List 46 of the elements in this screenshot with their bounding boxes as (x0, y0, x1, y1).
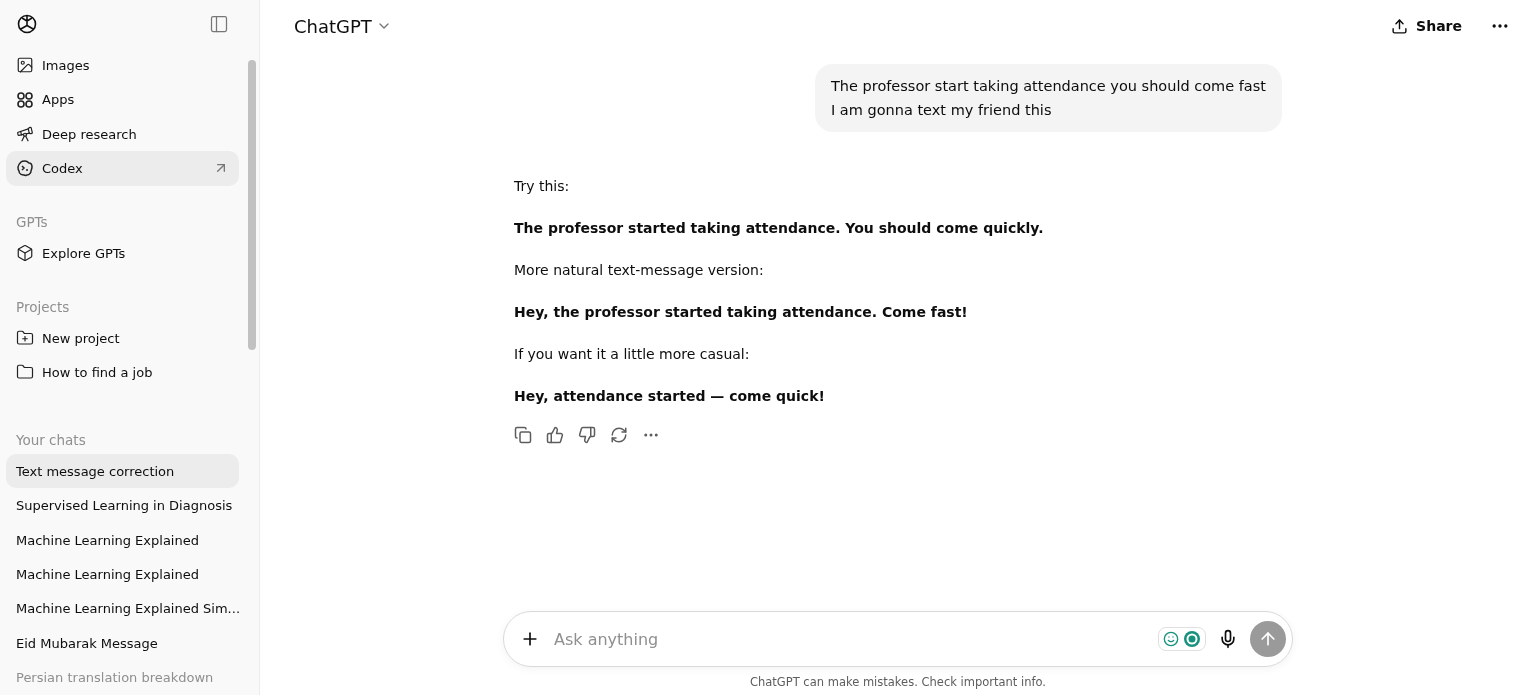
reply-paragraph: More natural text-message version: (514, 261, 765, 280)
disclaimer: ChatGPT can make mistakes. Check important info. (748, 674, 1047, 691)
g-logo-icon (1183, 630, 1201, 648)
copy-icon[interactable] (514, 426, 532, 444)
reply-paragraph: Hey, attendance started — come quick! (514, 387, 826, 406)
sidebar-item[interactable]: Explore GPTs (6, 236, 239, 271)
send-button[interactable] (1250, 621, 1286, 657)
reply-paragraph: Try this: (514, 177, 571, 196)
regenerate-icon[interactable] (610, 426, 628, 444)
apps-icon (16, 90, 34, 109)
section-title: GPTs (15, 213, 49, 233)
sidebar-item[interactable]: Codex (6, 151, 239, 186)
reply-paragraph: Hey, the professor started taking attendance. Come fast! (514, 303, 969, 322)
extension-badge[interactable] (1158, 627, 1206, 651)
reply-paragraph: If you want it a little more casual: (514, 345, 751, 364)
thumbs-down-icon[interactable] (578, 426, 596, 444)
reply-paragraph: The professor started taking attendance. You should come quickly. (514, 219, 1045, 238)
chat-item[interactable]: Machine Learning Explained Sim... (6, 591, 239, 627)
folder-plus-icon (16, 329, 34, 348)
sidebar-item[interactable]: Images (6, 48, 239, 83)
logo-icon[interactable] (16, 13, 38, 35)
sidebar-item[interactable]: Deep research (6, 116, 239, 152)
thumbs-up-icon[interactable] (546, 426, 564, 444)
share-icon (1391, 17, 1409, 35)
chat-item[interactable]: Text message correction (6, 454, 239, 489)
terminal-cloud-icon (16, 159, 34, 178)
sidebar-item[interactable]: How to find a job (6, 355, 239, 390)
sidebar-item[interactable]: Apps (6, 82, 239, 117)
share-button[interactable]: Share (1387, 13, 1466, 39)
smile-icon (1163, 631, 1179, 647)
folder-icon (16, 363, 34, 382)
sidebar-item[interactable]: New project (6, 320, 239, 356)
section-title: Your chats (15, 431, 87, 451)
model-selector[interactable]: ChatGPT (294, 15, 392, 37)
chat-item[interactable]: Machine Learning Explained (6, 557, 239, 592)
cube-icon (16, 244, 34, 263)
telescope-icon (16, 125, 34, 143)
image-icon (16, 56, 34, 75)
microphone-icon[interactable] (1218, 629, 1238, 649)
scrollbar-thumb[interactable] (248, 60, 256, 350)
chat-item[interactable]: Machine Learning Explained (6, 522, 239, 558)
section-title: Projects (15, 297, 71, 317)
user-message: The professor start taking attendance you should come fast I am gonna text my friend this (814, 64, 1282, 132)
sidebar-toggle-icon[interactable] (209, 14, 229, 34)
chat-item[interactable]: Eid Mubarak Message (6, 626, 239, 661)
chat-item[interactable]: Supervised Learning in Diagnosis (6, 488, 239, 523)
